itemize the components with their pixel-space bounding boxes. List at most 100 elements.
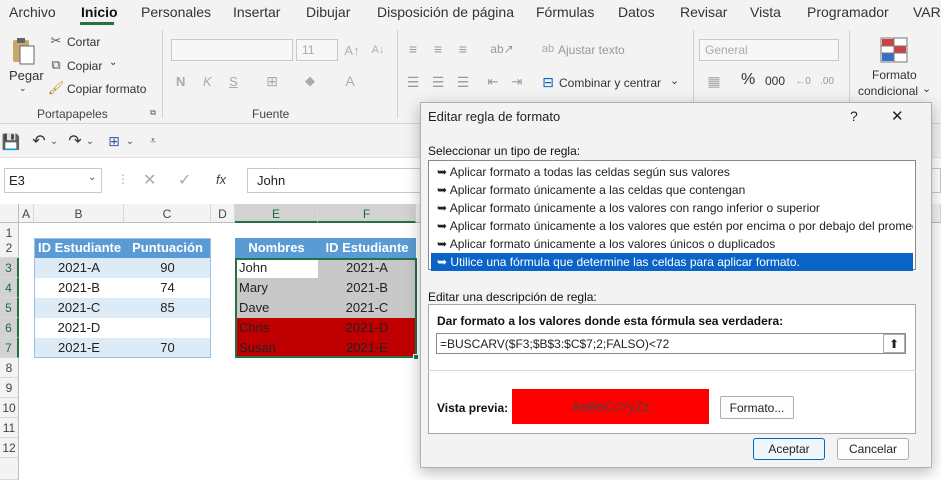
column-header-d[interactable]: D <box>211 204 235 223</box>
table2-cell-active[interactable]: John <box>235 258 318 278</box>
rule-type-item[interactable]: ➥ Aplicar formato únicamente a las celda… <box>431 181 913 199</box>
copy-dropdown-icon[interactable]: ⌄ <box>109 57 117 68</box>
rule-type-item[interactable]: ➥ Aplicar formato únicamente a los valor… <box>431 199 913 217</box>
conditional-format-label-1[interactable]: Formato <box>872 68 917 82</box>
table2-cell-highlighted[interactable]: Susan <box>235 338 318 358</box>
border-dropdown-icon[interactable]: ⌄ <box>125 133 135 149</box>
row-header-11[interactable]: 11 <box>0 418 19 438</box>
tab-inicio[interactable]: Inicio <box>81 4 118 20</box>
select-all-corner[interactable] <box>0 204 19 223</box>
cut-button[interactable]: Cortar <box>67 35 100 49</box>
rule-type-item[interactable]: ➥ Aplicar formato a todas las celdas seg… <box>431 163 913 181</box>
rule-type-item[interactable]: ➥ Aplicar formato únicamente a los valor… <box>431 235 913 253</box>
format-painter-button[interactable]: Copiar formato <box>67 82 146 96</box>
tab-programador[interactable]: Programador <box>807 4 889 20</box>
table1-cell[interactable]: 2021-E <box>34 338 124 358</box>
help-button[interactable]: ? <box>850 108 858 124</box>
table1-cell[interactable] <box>124 318 211 338</box>
underline-button[interactable]: S <box>229 74 238 89</box>
align-bottom-icon[interactable]: ≡ <box>454 40 472 58</box>
font-name-combo[interactable] <box>171 39 293 61</box>
cancel-entry-icon[interactable]: ✕ <box>143 170 156 190</box>
column-header-b[interactable]: B <box>34 204 124 223</box>
redo-dropdown-icon[interactable]: ⌄ <box>85 133 95 149</box>
decrease-indent-icon[interactable]: ⇤ <box>484 73 502 91</box>
borders-icon[interactable]: ⊞ <box>262 72 282 90</box>
tab-insertar[interactable]: Insertar <box>233 4 280 20</box>
tab-dibujar[interactable]: Dibujar <box>306 4 350 20</box>
increase-indent-icon[interactable]: ⇥ <box>508 73 526 91</box>
bold-button[interactable]: N <box>176 74 185 89</box>
redo-icon[interactable]: ↷ <box>66 132 84 150</box>
number-format-combo[interactable]: General <box>699 39 839 61</box>
tab-vista[interactable]: Vista <box>750 4 781 20</box>
table1-cell[interactable]: 70 <box>124 338 211 358</box>
row-header-3[interactable]: 3 <box>0 258 19 278</box>
currency-icon[interactable]: ▦ <box>703 72 725 90</box>
name-box-dropdown-icon[interactable]: ⌄ <box>88 172 96 183</box>
thousands-button[interactable]: 000 <box>765 74 785 88</box>
tab-var[interactable]: VAR <box>913 4 941 20</box>
rule-type-item[interactable]: ➥ Aplicar formato únicamente a los valor… <box>431 217 913 235</box>
italic-button[interactable]: K <box>203 74 212 89</box>
row-header-7[interactable]: 7 <box>0 338 19 358</box>
font-color-icon[interactable]: A <box>340 72 360 90</box>
copy-button[interactable]: Copiar <box>67 59 102 73</box>
table2-header-id[interactable]: ID Estudiante <box>318 238 416 258</box>
save-icon[interactable]: 💾 <box>2 133 21 151</box>
table2-cell-highlighted[interactable]: 2021-D <box>318 318 416 338</box>
orientation-icon[interactable]: ab↗ <box>490 40 514 58</box>
shrink-font-icon[interactable]: A↓ <box>369 41 387 59</box>
insert-function-icon[interactable]: fx <box>216 172 226 187</box>
column-header-a[interactable]: A <box>19 204 34 223</box>
paste-button-label[interactable]: Pegar <box>9 68 44 83</box>
grow-font-icon[interactable]: A↑ <box>343 41 361 59</box>
percent-button[interactable]: % <box>741 71 755 89</box>
conditional-format-label-2[interactable]: condicional <box>858 84 918 98</box>
table2-cell-highlighted[interactable]: Chris <box>235 318 318 338</box>
align-right-icon[interactable]: ☰ <box>454 73 472 91</box>
table2-cell-highlighted[interactable]: 2021-E <box>318 338 416 358</box>
table1-header-score[interactable]: Puntuación <box>124 238 211 258</box>
merge-dropdown-icon[interactable]: ⌄ <box>670 74 679 87</box>
merge-center-icon[interactable]: ⊟ <box>539 73 557 91</box>
undo-dropdown-icon[interactable]: ⌄ <box>49 133 59 149</box>
row-header-2[interactable]: 2 <box>0 238 19 258</box>
tab-formulas[interactable]: Fórmulas <box>536 4 594 20</box>
close-button[interactable]: ✕ <box>891 107 904 125</box>
dialog-launcher-icon[interactable]: ⧉ <box>148 108 158 118</box>
cancel-button[interactable]: Cancelar <box>837 438 909 460</box>
increase-decimal-icon[interactable]: ←0 <box>792 72 814 90</box>
row-header-4[interactable]: 4 <box>0 278 19 298</box>
tab-personales[interactable]: Personales <box>141 4 211 20</box>
ok-button[interactable]: Aceptar <box>753 438 825 460</box>
confirm-entry-icon[interactable]: ✓ <box>178 170 191 190</box>
column-header-e[interactable]: E <box>235 204 318 223</box>
tab-archivo[interactable]: Archivo <box>9 4 56 20</box>
wrap-text-button[interactable]: Ajustar texto <box>558 43 625 57</box>
table1-cell[interactable]: 2021-B <box>34 278 124 298</box>
copy-icon[interactable]: ⧉ <box>48 57 64 73</box>
tab-datos[interactable]: Datos <box>618 4 655 20</box>
merge-center-button[interactable]: Combinar y centrar <box>559 76 661 90</box>
format-painter-icon[interactable]: 🖌 <box>48 80 65 96</box>
row-header-9[interactable]: 9 <box>0 378 19 398</box>
scissors-icon[interactable]: ✂ <box>48 33 64 49</box>
align-middle-icon[interactable]: ≡ <box>429 40 447 58</box>
table1-cell[interactable]: 90 <box>124 258 211 278</box>
align-center-icon[interactable]: ☰ <box>429 73 447 91</box>
font-size-combo[interactable]: 11 <box>296 39 338 61</box>
table2-cell[interactable]: Dave <box>235 298 318 318</box>
table1-cell[interactable]: 74 <box>124 278 211 298</box>
collapse-dialog-icon[interactable]: ⬆ <box>883 334 905 353</box>
conditional-format-icon[interactable] <box>879 37 909 63</box>
row-header-12[interactable]: 12 <box>0 438 19 458</box>
table2-cell[interactable]: 2021-C <box>318 298 416 318</box>
table1-header-id[interactable]: ID Estudiante <box>34 238 124 258</box>
decrease-decimal-icon[interactable]: .00 <box>816 72 838 90</box>
table1-cell[interactable]: 85 <box>124 298 211 318</box>
row-header-13[interactable] <box>0 458 19 480</box>
align-left-icon[interactable]: ☰ <box>404 73 422 91</box>
tab-disposicion[interactable]: Disposición de página <box>377 4 514 20</box>
column-header-f[interactable]: F <box>318 204 416 223</box>
